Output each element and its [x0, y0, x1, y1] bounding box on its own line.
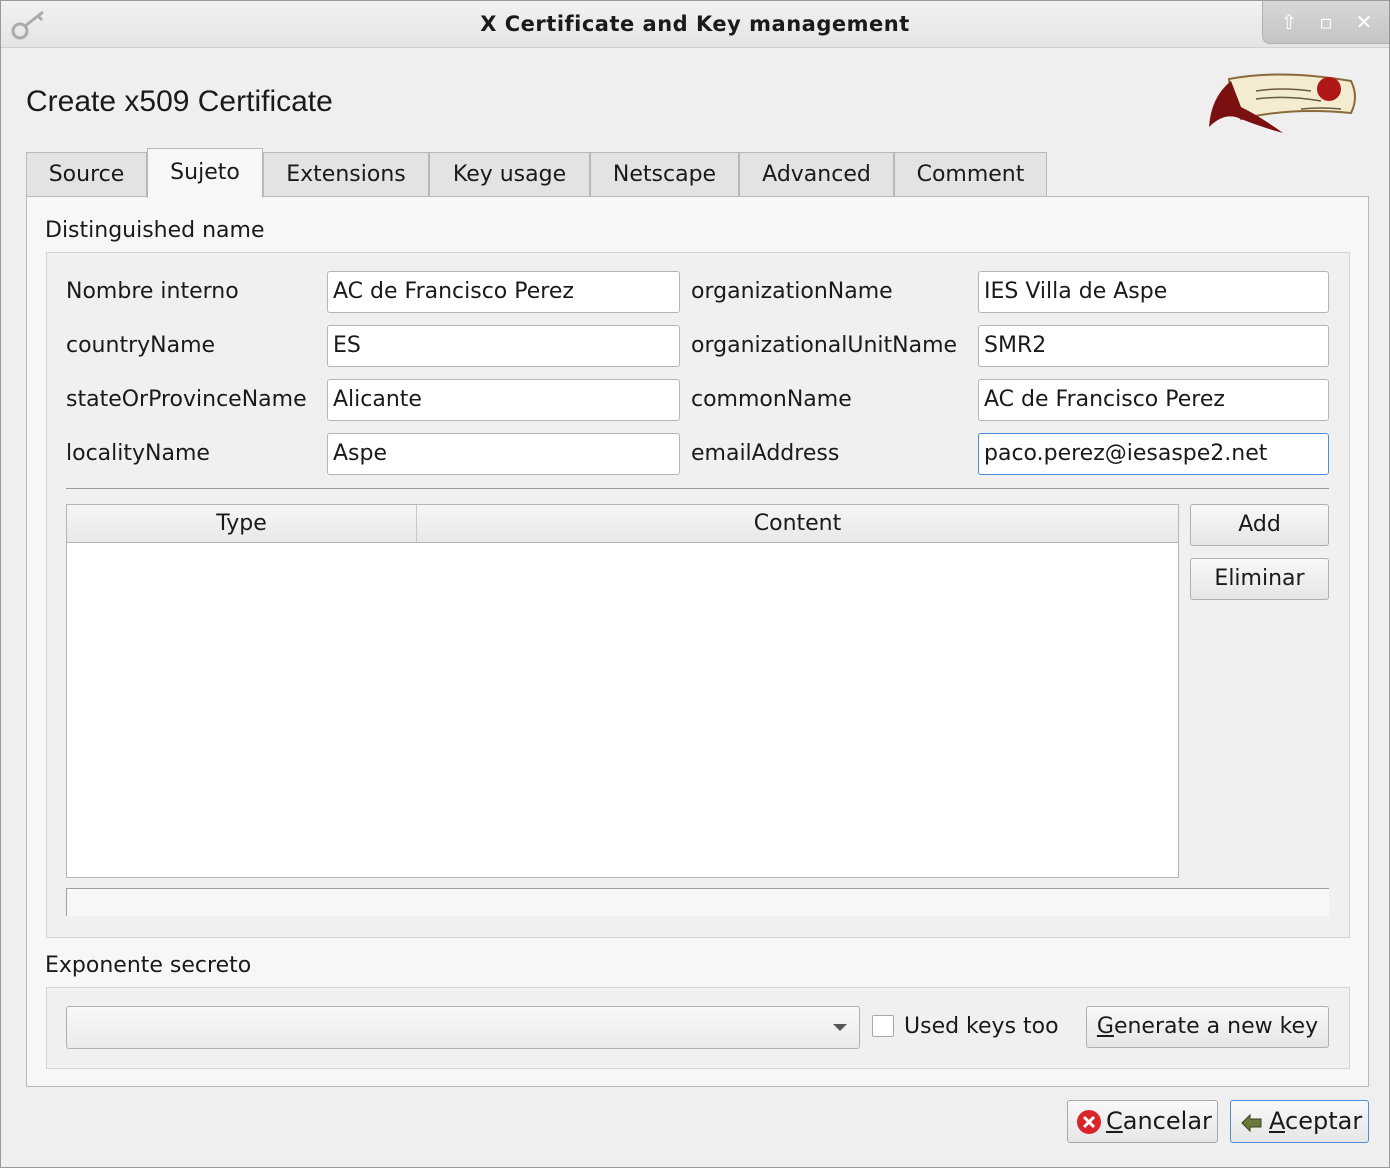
tab-sujeto[interactable]: Sujeto: [147, 148, 263, 198]
internal-name-label: Nombre interno: [66, 279, 239, 304]
remove-button[interactable]: Eliminar: [1190, 558, 1329, 600]
email-address-input[interactable]: paco.perez@iesaspe2.net: [978, 433, 1329, 475]
internal-name-input[interactable]: AC de Francisco Perez: [327, 271, 680, 313]
distinguished-name-label: Distinguished name: [45, 218, 265, 243]
title-bar: X Certificate and Key management ⇧ ▫ ✕: [1, 1, 1389, 48]
maximize-icon[interactable]: ▫: [1315, 11, 1337, 33]
cancel-button[interactable]: Cancelar: [1067, 1100, 1218, 1143]
country-name-label: countryName: [66, 333, 216, 358]
ok-label: Aceptar: [1269, 1107, 1363, 1135]
tab-key-usage[interactable]: Key usage: [429, 152, 590, 196]
shade-icon[interactable]: ⇧: [1278, 11, 1300, 33]
organization-name-input[interactable]: IES Villa de Aspe: [978, 271, 1329, 313]
used-keys-label: Used keys too: [904, 1014, 1059, 1039]
window-controls: ⇧ ▫ ✕: [1262, 1, 1389, 44]
status-line: [66, 888, 1329, 916]
column-header-type[interactable]: Type: [67, 505, 417, 542]
tab-comment[interactable]: Comment: [894, 152, 1047, 196]
common-name-label: commonName: [691, 387, 852, 412]
separator: [66, 488, 1329, 489]
tab-source[interactable]: Source: [26, 152, 147, 196]
generate-key-button[interactable]: Generate a new key: [1086, 1006, 1329, 1048]
main-window: X Certificate and Key management ⇧ ▫ ✕ C…: [0, 0, 1390, 1168]
organizational-unit-input[interactable]: SMR2: [978, 325, 1329, 367]
state-input[interactable]: Alicante: [327, 379, 680, 421]
chevron-down-icon: [833, 1024, 847, 1031]
organization-name-label: organizationName: [691, 279, 893, 304]
state-label: stateOrProvinceName: [66, 387, 307, 412]
certificate-scroll-logo-icon: [1209, 73, 1356, 133]
locality-input[interactable]: Aspe: [327, 433, 680, 475]
window-title: X Certificate and Key management: [480, 12, 910, 36]
add-button[interactable]: Add: [1190, 504, 1329, 546]
tab-advanced[interactable]: Advanced: [739, 152, 894, 196]
private-key-label: Exponente secreto: [45, 953, 252, 978]
locality-label: localityName: [66, 441, 210, 466]
dialog-heading: Create x509 Certificate: [26, 85, 333, 118]
cancel-label: Cancelar: [1106, 1107, 1212, 1135]
close-icon[interactable]: ✕: [1353, 11, 1375, 33]
cancel-icon: [1077, 1110, 1101, 1134]
ok-arrow-icon: [1241, 1113, 1262, 1133]
tab-extensions[interactable]: Extensions: [263, 152, 429, 196]
used-keys-checkbox[interactable]: [872, 1015, 894, 1037]
column-header-content[interactable]: Content: [417, 505, 1178, 542]
email-address-label: emailAddress: [691, 441, 840, 466]
table-header: Type Content: [67, 505, 1178, 543]
organizational-unit-label: organizationalUnitName: [691, 333, 958, 358]
extra-dn-table[interactable]: Type Content: [66, 504, 1179, 878]
tab-netscape[interactable]: Netscape: [590, 152, 739, 196]
common-name-input[interactable]: AC de Francisco Perez: [978, 379, 1329, 421]
ok-button[interactable]: Aceptar: [1230, 1100, 1369, 1143]
generate-key-label: Generate a new key: [1096, 1014, 1319, 1039]
private-key-select[interactable]: [66, 1006, 860, 1049]
country-name-input[interactable]: ES: [327, 325, 680, 367]
